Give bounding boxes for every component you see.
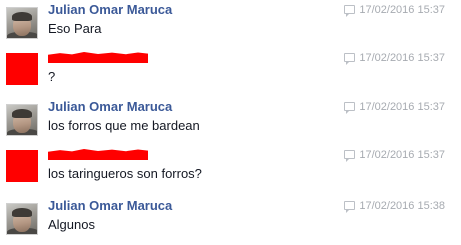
avatar[interactable] [6, 7, 38, 39]
message-item: Julian Omar Maruca los forros que me bar… [0, 97, 461, 145]
message-item: ? 17/02/2016 15:37 [0, 48, 461, 96]
timestamp-text: 17/02/2016 15:37 [359, 52, 445, 64]
avatar-hair [12, 208, 32, 217]
avatar-hair [12, 12, 32, 21]
sender-name[interactable]: Julian Omar Maruca [48, 2, 172, 18]
message-timestamp: 17/02/2016 15:37 [344, 148, 445, 162]
chat-bubble-icon [344, 201, 356, 213]
message-timestamp: 17/02/2016 15:38 [344, 199, 445, 213]
avatar[interactable] [6, 104, 38, 136]
timestamp-text: 17/02/2016 15:37 [359, 4, 445, 16]
message-text: Algunos [48, 217, 95, 232]
message-timestamp: 17/02/2016 15:37 [344, 51, 445, 65]
timestamp-text: 17/02/2016 15:37 [359, 101, 445, 113]
chat-bubble-icon [344, 53, 356, 65]
chat-bubble-icon [344, 150, 356, 162]
redacted-avatar [6, 53, 38, 85]
message-text: Eso Para [48, 21, 102, 36]
timestamp-text: 17/02/2016 15:37 [359, 149, 445, 161]
avatar-hair [12, 109, 32, 118]
avatar[interactable] [6, 203, 38, 235]
message-thread: Julian Omar Maruca Eso Para 17/02/2016 1… [0, 0, 461, 245]
sender-name[interactable]: Julian Omar Maruca [48, 99, 172, 115]
redacted-sender-name [48, 149, 148, 160]
timestamp-text: 17/02/2016 15:38 [359, 200, 445, 212]
message-text: ? [48, 69, 56, 84]
message-text: los forros que me bardean [48, 118, 200, 133]
message-timestamp: 17/02/2016 15:37 [344, 3, 445, 17]
message-text: los taringueros son forros? [48, 166, 202, 181]
redacted-avatar [6, 150, 38, 182]
sender-name[interactable]: Julian Omar Maruca [48, 198, 172, 214]
message-item: Julian Omar Maruca Eso Para 17/02/2016 1… [0, 0, 461, 48]
chat-bubble-icon [344, 5, 356, 17]
message-item: Julian Omar Maruca Algunos 17/02/2016 15… [0, 196, 461, 244]
message-timestamp: 17/02/2016 15:37 [344, 100, 445, 114]
redacted-sender-name [48, 52, 148, 63]
message-item: los taringueros son forros? 17/02/2016 1… [0, 145, 461, 193]
chat-bubble-icon [344, 102, 356, 114]
